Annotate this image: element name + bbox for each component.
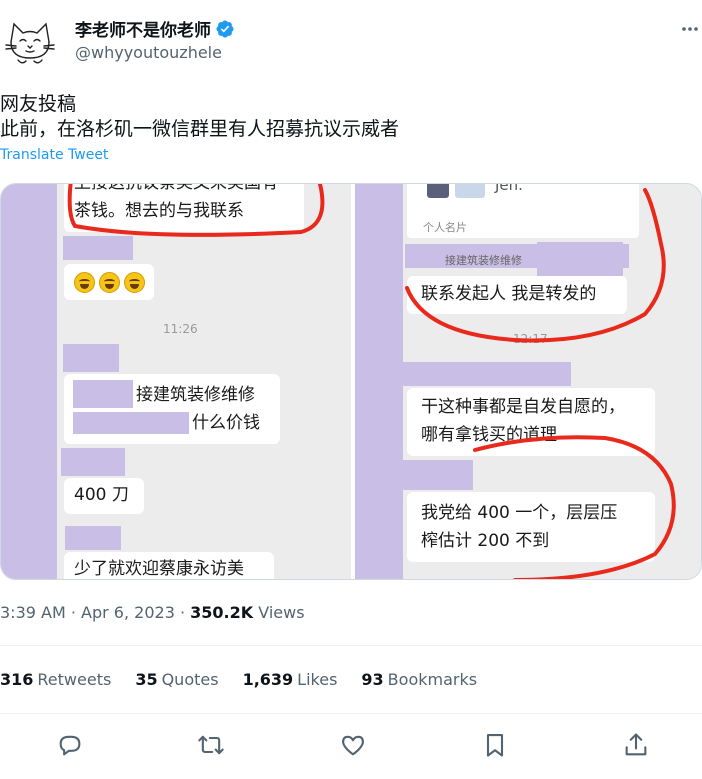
redaction-bar [355,184,403,579]
chat-text: 少了就欢迎蔡康永访美 [74,559,244,579]
views-label: Views [258,603,305,622]
separator: · [174,603,191,622]
handle[interactable]: @whyyoutouzhele [75,43,222,62]
display-name[interactable]: 李老师不是你老师 [75,16,211,41]
bookmarks-count: 93 [361,670,384,689]
chat-bubble: 我党给 400 一个，层层压 榨估计 200 不到 [407,492,655,562]
retweets-stat[interactable]: 316 Retweets [0,670,111,689]
divider [0,645,702,646]
chat-text: 榨估计 200 不到 [421,531,550,551]
tweet-text-line: 网友投稿 [0,93,77,115]
card-image [455,184,485,198]
card-image [427,184,449,198]
avatar[interactable] [2,12,58,68]
card-name-partial: Jen. [495,184,523,194]
retweets-count: 316 [0,670,34,689]
translate-tweet-link[interactable]: Translate Tweet [0,147,108,163]
redaction-block [73,380,133,408]
redaction-block [403,362,571,386]
tweet-text-line: 此前，在洛杉矶一微信群里有人招募抗议示威者 [0,118,400,140]
quotes-label: Quotes [161,670,219,689]
chat-text: 哪有拿钱买的道理 [421,425,557,445]
tweet-text: 网友投稿 此前，在洛杉矶一微信群里有人招募抗议示威者 [0,92,399,142]
redaction-block [61,448,125,476]
bookmarks-label: Bookmarks [387,670,478,689]
redaction-block [65,526,121,550]
reply-icon[interactable] [56,731,84,759]
chat-screenshot-right[interactable]: Jen. 个人名片 接建筑装修维修 联系发起人 我是转发的 12:17 干这种事… [355,184,701,579]
chat-screenshot-left[interactable]: 上接这抗议蔡美文来美国有 茶钱。想去的与我联系 11:26 接建筑装修维修 什么… [1,184,351,579]
chat-text: 400 刀 [74,485,129,505]
chat-text: 干这种事都是自发自愿的， [421,397,625,417]
ad-text: 接建筑装修维修 [445,254,522,267]
chat-bubble: 少了就欢迎蔡康永访美 [64,552,274,579]
chat-text: 什么价钱 [192,413,260,433]
card-label: 个人名片 [423,221,467,234]
chat-bubble: 干这种事都是自发自愿的， 哪有拿钱买的道理 [407,388,655,456]
redaction-bar [1,184,57,579]
chat-text: 接建筑装修维修 [136,385,255,405]
likes-label: Likes [297,670,338,689]
tweet-time[interactable]: 3:39 AM [0,603,66,622]
chat-bubble: 联系发起人 我是转发的 [407,276,627,314]
chat-text: 联系发起人 我是转发的 [421,284,597,304]
tweet-header: 李老师不是你老师 @whyyoutouzhele [0,10,702,72]
chat-bubble-emoji [64,264,154,300]
chat-timestamp: 12:17 [513,332,548,346]
laugh-emoji-icon [74,272,95,293]
redaction-block [403,460,473,490]
name-row: 李老师不是你老师 [75,16,235,41]
redaction-block [63,236,133,260]
chat-text: 我党给 400 一个，层层压 [421,503,618,523]
more-options-icon[interactable] [678,18,702,40]
chat-bubble: 上接这抗议蔡美文来美国有 茶钱。想去的与我联系 [64,184,304,232]
laugh-emoji-icon [124,272,145,293]
like-icon[interactable] [339,731,367,759]
quotes-count: 35 [135,670,158,689]
quotes-stat[interactable]: 35 Quotes [135,670,218,689]
redaction-block [63,344,119,372]
separator: · [65,603,82,622]
contact-card: Jen. 个人名片 [407,184,639,238]
engagement-stats: 316 Retweets 35 Quotes 1,639 Likes 93 Bookma… [0,670,501,689]
share-icon[interactable] [622,731,650,759]
chat-timestamp: 11:26 [163,322,198,336]
divider [0,713,702,714]
cat-sketch-icon [5,22,55,64]
bookmark-icon[interactable] [481,731,509,759]
tweet-meta: 3:39 AM · Apr 6, 2023 · 350.2K Views [0,603,305,622]
redaction-block [537,242,623,276]
bookmarks-stat[interactable]: 93 Bookmarks [361,670,477,689]
redaction-block [73,412,189,434]
verified-badge-icon [216,19,234,38]
likes-stat[interactable]: 1,639 Likes [243,670,338,689]
chat-text: 上接这抗议蔡美文来美国有 [74,184,278,197]
chat-text: 茶钱。想去的与我联系 [74,201,244,221]
laugh-emoji-icon [99,272,120,293]
retweet-icon[interactable] [197,731,225,759]
chat-bubble: 400 刀 [64,478,144,514]
action-bar [0,725,702,765]
retweets-label: Retweets [37,670,112,689]
tweet-date[interactable]: Apr 6, 2023 [81,603,175,622]
tweet-media[interactable]: 上接这抗议蔡美文来美国有 茶钱。想去的与我联系 11:26 接建筑装修维修 什么… [0,183,702,580]
likes-count: 1,639 [242,670,294,689]
views-count: 350.2K [190,603,254,622]
